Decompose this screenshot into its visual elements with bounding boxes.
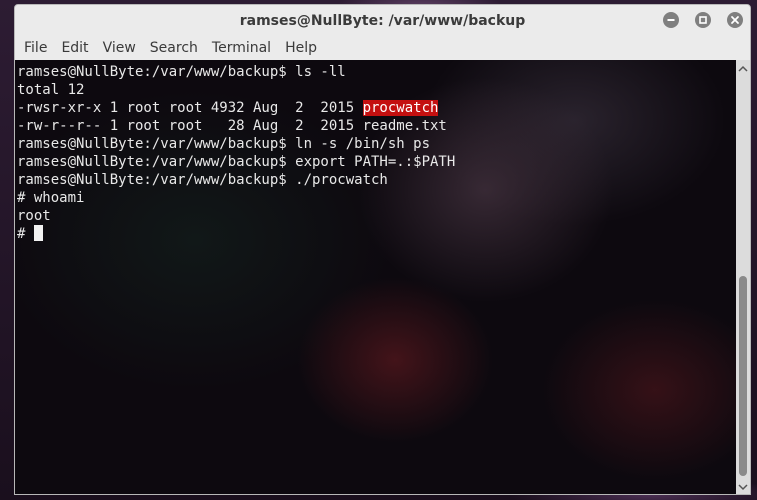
root-prompt: #: [17, 226, 34, 242]
terminal-line: ramses@NullByte:/var/www/backup$ export …: [17, 154, 456, 170]
menu-search[interactable]: Search: [143, 36, 205, 60]
close-button[interactable]: [727, 12, 743, 28]
menu-edit[interactable]: Edit: [54, 36, 95, 60]
terminal-line: -rw-r--r-- 1 root root 28 Aug 2 2015 rea…: [17, 118, 447, 134]
vertical-scrollbar[interactable]: [736, 60, 750, 494]
terminal-line: # whoami: [17, 190, 85, 206]
maximize-button[interactable]: [695, 12, 711, 28]
scroll-down-arrow-icon: [738, 484, 748, 491]
minimize-button[interactable]: [663, 12, 679, 28]
terminal-line: root: [17, 208, 51, 224]
terminal-line-text: -rwsr-xr-x 1 root root 4932 Aug 2 2015: [17, 100, 363, 116]
title-bar[interactable]: ramses@NullByte: /var/www/backup: [15, 5, 750, 36]
terminal-text: ramses@NullByte:/var/www/backup$ ls -ll t…: [17, 63, 455, 243]
terminal-window: ramses@NullByte: /var/www/backup File Ed…: [14, 4, 751, 495]
maximize-icon: [699, 16, 707, 24]
text-cursor: [33, 225, 43, 241]
menu-file[interactable]: File: [17, 36, 54, 60]
terminal-prompt-line: #: [17, 225, 455, 243]
menu-help[interactable]: Help: [278, 36, 324, 60]
menu-terminal[interactable]: Terminal: [205, 36, 278, 60]
scroll-down-button[interactable]: [736, 480, 750, 494]
menu-bar: File Edit View Search Terminal Help: [15, 36, 750, 61]
terminal-line: -rwsr-xr-x 1 root root 4932 Aug 2 2015 p…: [17, 99, 455, 117]
terminal-line: ramses@NullByte:/var/www/backup$ ls -ll: [17, 64, 346, 80]
scrollbar-thumb[interactable]: [739, 276, 747, 476]
highlighted-filename: procwatch: [362, 100, 439, 116]
scroll-up-button[interactable]: [736, 62, 750, 76]
minimize-icon: [667, 19, 675, 21]
scroll-up-arrow-icon: [738, 65, 748, 72]
menu-view[interactable]: View: [96, 36, 143, 60]
terminal-line: total 12: [17, 82, 85, 98]
window-title: ramses@NullByte: /var/www/backup: [239, 12, 526, 29]
terminal-line: ramses@NullByte:/var/www/backup$ ln -s /…: [17, 136, 431, 152]
terminal-line: ramses@NullByte:/var/www/backup$ ./procw…: [17, 172, 388, 188]
terminal-output-area[interactable]: ramses@NullByte:/var/www/backup$ ls -ll t…: [15, 60, 736, 494]
close-icon: [731, 16, 739, 24]
